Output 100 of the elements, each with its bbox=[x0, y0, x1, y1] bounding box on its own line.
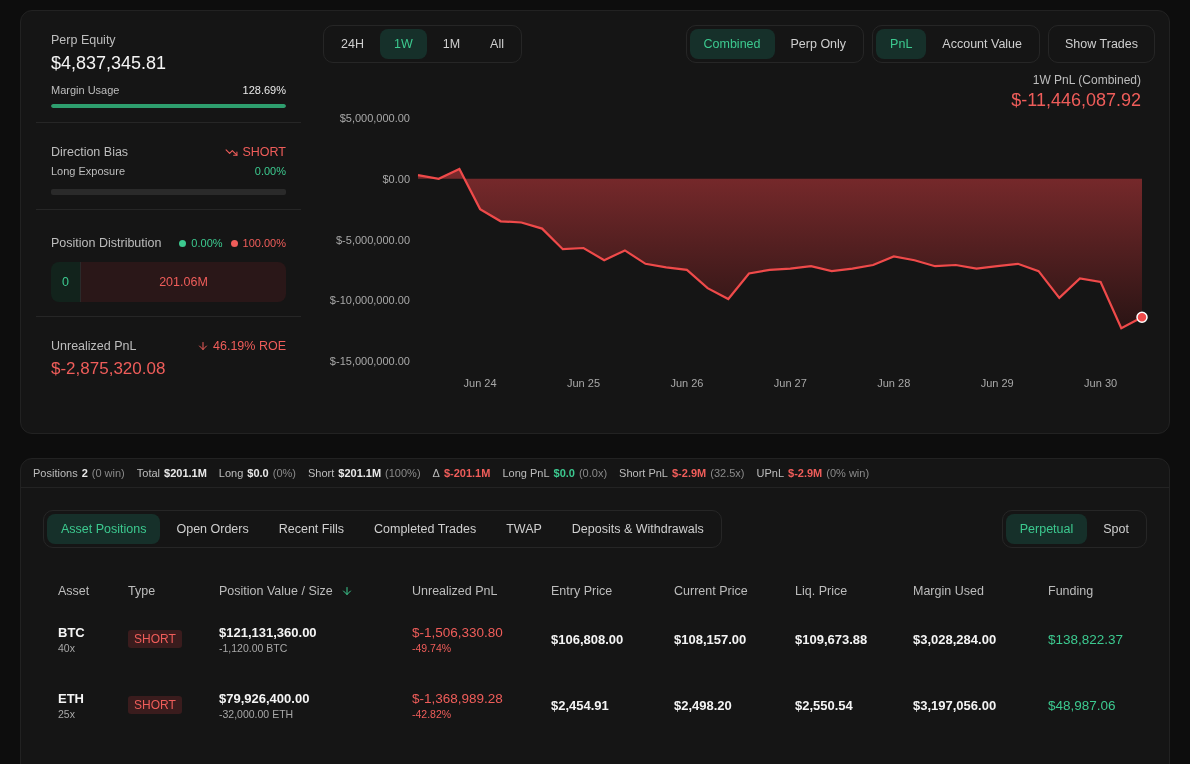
side-badge: SHORT bbox=[128, 630, 182, 648]
stat-value: $0.0 bbox=[553, 467, 575, 479]
y-axis-label: $-15,000,000.00 bbox=[329, 355, 410, 367]
stat-label: Short bbox=[308, 467, 335, 479]
pnl-value: $-1,506,330.80 bbox=[412, 624, 503, 640]
stat-label: UPnL bbox=[756, 467, 784, 479]
column-header[interactable]: Margin Used bbox=[913, 584, 1048, 598]
stat-label: Long PnL bbox=[502, 467, 550, 479]
long-dot bbox=[179, 239, 187, 247]
tab[interactable]: TWAP bbox=[492, 514, 556, 544]
stat-value: 0.00% bbox=[254, 165, 286, 177]
long-segment: 0 bbox=[51, 262, 81, 302]
stat-label: Long Exposure bbox=[51, 165, 125, 177]
table-cell-text: $106,808.00 bbox=[551, 631, 625, 647]
stat-label: Direction Bias bbox=[51, 145, 129, 159]
tab[interactable]: Completed Trades bbox=[360, 514, 491, 544]
column-header[interactable]: Asset bbox=[58, 584, 128, 598]
stat-note: (100%) bbox=[385, 467, 421, 479]
column-header[interactable]: Type bbox=[128, 584, 219, 598]
tab[interactable]: Spot bbox=[1089, 514, 1143, 544]
x-axis-label: Jun 29 bbox=[980, 377, 1014, 389]
x-axis-label: Jun 27 bbox=[773, 377, 807, 389]
column-header[interactable]: Current Price bbox=[674, 584, 795, 598]
position-size: -32,000.00 ETH bbox=[219, 707, 294, 720]
pnl-percent: -49.74% bbox=[412, 641, 452, 654]
table-cell-text: $2,498.20 bbox=[674, 697, 733, 713]
x-axis-label: Jun 25 bbox=[566, 377, 600, 389]
tab[interactable]: All bbox=[476, 29, 518, 59]
side-badge: SHORT bbox=[128, 696, 182, 714]
y-axis-label: $0.00 bbox=[382, 172, 410, 185]
column-header[interactable]: Unrealized PnL bbox=[412, 584, 551, 598]
leverage: 25x bbox=[58, 707, 75, 720]
tab[interactable]: 1W bbox=[379, 29, 427, 59]
arrow-down-icon bbox=[197, 340, 210, 352]
column-header[interactable]: Position Value / Size bbox=[219, 584, 412, 598]
stat-label: Long bbox=[218, 467, 244, 479]
pnl-percent: -42.82% bbox=[412, 707, 452, 720]
chart-title: 1W PnL (Combined) bbox=[1032, 73, 1141, 87]
end-point-marker bbox=[1136, 311, 1148, 323]
tab[interactable]: Account Value bbox=[928, 29, 1037, 59]
tab[interactable]: Deposits & Withdrawals bbox=[557, 514, 718, 544]
tab[interactable]: Perpetual bbox=[1005, 514, 1088, 544]
stat-value: $-2.9M bbox=[788, 467, 823, 479]
pnl-value: $-2,875,320.08 bbox=[51, 359, 167, 379]
chart-value: $-11,446,087.92 bbox=[1011, 90, 1141, 111]
tab[interactable]: Recent Fills bbox=[264, 514, 359, 544]
x-axis-label: Jun 28 bbox=[877, 377, 911, 389]
stat-label: Unrealized PnL bbox=[51, 339, 137, 353]
stat-value: $-201.1M bbox=[443, 467, 491, 479]
position-size: -1,120.00 BTC bbox=[219, 641, 288, 654]
stat-value: $201.1M bbox=[338, 467, 382, 479]
stat-value: 128.69% bbox=[242, 84, 286, 96]
tab[interactable]: PnL bbox=[876, 29, 927, 59]
stat-label: Total bbox=[136, 467, 161, 479]
tab[interactable]: 1M bbox=[428, 29, 475, 59]
table-cell-text: $3,197,056.00 bbox=[913, 697, 998, 713]
stat-note: (0 win) bbox=[91, 467, 125, 479]
short-dot bbox=[230, 239, 238, 247]
position-value: $121,131,360.00 bbox=[219, 624, 317, 640]
stat-label: Margin Usage bbox=[51, 84, 120, 96]
asset-symbol: BTC bbox=[58, 624, 85, 640]
x-axis-label: Jun 30 bbox=[1084, 377, 1118, 389]
equity-value: $4,837,345.81 bbox=[51, 53, 168, 74]
table-cell-text: $2,454.91 bbox=[551, 697, 610, 713]
table-cell-text: $2,550.54 bbox=[795, 697, 854, 713]
bias-value: SHORT bbox=[225, 145, 286, 159]
tab[interactable]: Asset Positions bbox=[47, 514, 161, 544]
y-axis-label: $-10,000,000.00 bbox=[329, 294, 410, 307]
stat-note: (32.5x) bbox=[710, 467, 745, 479]
short-segment: 201.06M bbox=[81, 262, 286, 302]
stat-label: Δ bbox=[432, 467, 440, 479]
table-cell-text: $108,157.00 bbox=[674, 631, 748, 647]
tab[interactable]: Open Orders bbox=[162, 514, 263, 544]
roe-value: 46.19% ROE bbox=[197, 339, 286, 353]
tab[interactable]: Perp Only bbox=[776, 29, 861, 59]
stat-note: (0% win) bbox=[826, 467, 870, 479]
column-header[interactable]: Funding bbox=[1048, 584, 1169, 598]
y-axis-label: $-5,000,000.00 bbox=[336, 233, 410, 246]
x-axis-label: Jun 24 bbox=[463, 377, 497, 389]
sort-icon bbox=[340, 585, 353, 597]
short-percent: 100.00% bbox=[242, 237, 286, 249]
x-axis-label: Jun 26 bbox=[670, 377, 704, 389]
table-cell-text: $3,028,284.00 bbox=[913, 631, 998, 647]
stat-value: $201.1M bbox=[164, 467, 207, 479]
stat-value: $0.0 bbox=[247, 467, 269, 479]
stat-value: $-2.9M bbox=[672, 467, 707, 479]
stat-label: Perp Equity bbox=[51, 33, 117, 47]
pnl-value: $-1,368,989.28 bbox=[412, 690, 503, 706]
leverage: 40x bbox=[58, 641, 75, 654]
tab[interactable]: 24H bbox=[327, 29, 378, 59]
y-axis-label: $5,000,000.00 bbox=[339, 112, 410, 124]
asset-symbol: ETH bbox=[58, 690, 84, 706]
tab[interactable]: Combined bbox=[689, 29, 775, 59]
column-header[interactable]: Liq. Price bbox=[795, 584, 913, 598]
funding-value: $48,987.06 bbox=[1048, 697, 1117, 713]
stat-value: 2 bbox=[81, 467, 88, 479]
stat-note: (0%) bbox=[272, 467, 296, 479]
show-trades-button[interactable]: Show Trades bbox=[1048, 25, 1155, 63]
column-header[interactable]: Entry Price bbox=[551, 584, 674, 598]
stat-label: Short PnL bbox=[619, 467, 668, 479]
